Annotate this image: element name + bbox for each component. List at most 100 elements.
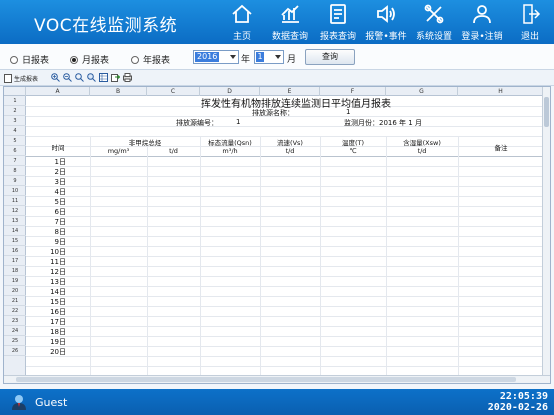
nav-alarm-events[interactable]: 报警•事件 <box>362 0 410 44</box>
column-header-c[interactable]: C <box>147 87 200 96</box>
grid-line <box>26 126 544 127</box>
zoom-in-icon[interactable] <box>51 73 60 82</box>
row-header[interactable]: 4 <box>4 126 26 136</box>
grid-line <box>26 206 544 207</box>
grid-line <box>26 266 544 267</box>
row-header[interactable]: 21 <box>4 296 26 306</box>
row-header[interactable]: 23 <box>4 316 26 326</box>
vertical-scrollbar[interactable] <box>542 87 550 375</box>
column-header-a[interactable]: A <box>26 87 90 96</box>
row-header[interactable]: 22 <box>4 306 26 316</box>
row-header[interactable]: 19 <box>4 276 26 286</box>
row-header[interactable]: 24 <box>4 326 26 336</box>
nav-report-query[interactable]: 报表查询 <box>314 0 362 44</box>
nav-data-query[interactable]: 数据查询 <box>266 0 314 44</box>
speaker-icon <box>377 5 395 23</box>
unit-humidity: t/d <box>417 147 427 155</box>
row-header[interactable]: 1 <box>4 96 26 106</box>
horizontal-scrollbar[interactable] <box>4 375 550 383</box>
sheet-toolbar: 生成报表 <box>0 70 554 86</box>
radio-yearly-report[interactable]: 年报表 <box>131 53 170 66</box>
print-icon[interactable] <box>123 73 132 82</box>
row-header[interactable]: 26 <box>4 346 26 356</box>
app-header: VOC在线监测系统 主页 数据查询 报表查询 报警•事件 系统设置 登录•注销 … <box>0 0 554 44</box>
day-cell: 11日 <box>50 258 66 266</box>
grid-line <box>26 176 544 177</box>
row-header[interactable]: 15 <box>4 236 26 246</box>
column-header-g[interactable]: G <box>386 87 458 96</box>
grid-line <box>90 136 91 375</box>
row-header[interactable]: 13 <box>4 216 26 226</box>
day-cell: 8日 <box>54 228 66 236</box>
chart-icon <box>281 5 299 23</box>
row-header[interactable]: 25 <box>4 336 26 346</box>
row-header[interactable]: 9 <box>4 176 26 186</box>
column-headers: A B C D E F G H <box>4 87 544 96</box>
nav-login-logout[interactable]: 登录•注销 <box>458 0 506 44</box>
report-sheet[interactable]: A B C D E F G H 1 2 3 4 5 6 7 8 9 10 11 … <box>3 86 551 384</box>
zoom-reset-icon[interactable] <box>75 73 84 82</box>
day-cell: 3日 <box>54 178 66 186</box>
nav-settings-label: 系统设置 <box>415 32 452 42</box>
row-header[interactable]: 11 <box>4 196 26 206</box>
row-header[interactable]: 17 <box>4 256 26 266</box>
monitoring-month: 监测月份：2016 年 1 月 <box>344 119 422 127</box>
header-velocity: 流速(Vs) <box>277 139 303 147</box>
row-header[interactable]: 6 <box>4 146 26 156</box>
row-header[interactable]: 16 <box>4 246 26 256</box>
column-header-b[interactable]: B <box>90 87 147 96</box>
grid-line <box>26 236 544 237</box>
month-value: 1 <box>256 52 264 62</box>
nav-home[interactable]: 主页 <box>218 0 266 44</box>
radio-daily-report[interactable]: 日报表 <box>10 53 49 66</box>
row-header[interactable]: 2 <box>4 106 26 116</box>
column-header-e[interactable]: E <box>260 87 320 96</box>
cell-grid[interactable]: 挥发性有机物排放连续监测日平均值月报表 排放源名称： 1 排放源编号： 1 监测… <box>26 96 544 375</box>
user-icon <box>473 5 491 24</box>
grid-line <box>26 246 544 247</box>
row-header[interactable]: 12 <box>4 206 26 216</box>
day-cell: 9日 <box>54 238 66 246</box>
row-header[interactable]: 10 <box>4 186 26 196</box>
zoom-fit-icon[interactable] <box>87 73 96 82</box>
report-icon <box>330 4 346 24</box>
current-user: Guest <box>35 396 68 409</box>
row-header[interactable]: 8 <box>4 166 26 176</box>
column-header-h[interactable]: H <box>458 87 544 96</box>
column-header-d[interactable]: D <box>200 87 260 96</box>
grid-line <box>26 276 544 277</box>
scroll-thumb[interactable] <box>544 97 549 127</box>
unit-nmhc-mg: mg/m³ <box>107 147 130 155</box>
column-header-f[interactable]: F <box>320 87 386 96</box>
chevron-down-icon <box>275 55 281 59</box>
grid-line <box>386 136 387 375</box>
row-header[interactable]: 7 <box>4 156 26 166</box>
zoom-out-icon[interactable] <box>63 73 72 82</box>
generate-report-button[interactable]: 生成报表 <box>4 72 38 84</box>
grid-line <box>26 256 544 257</box>
grid-line <box>26 166 544 167</box>
source-no-label: 排放源编号： <box>176 119 218 127</box>
tools-icon <box>424 4 444 24</box>
month-select[interactable]: 1 <box>254 50 284 64</box>
header-remark: 备注 <box>494 144 508 152</box>
nav-settings[interactable]: 系统设置 <box>410 0 458 44</box>
nav-exit[interactable]: 退出 <box>506 0 554 44</box>
grid-view-icon[interactable] <box>99 73 108 82</box>
row-header[interactable]: 20 <box>4 286 26 296</box>
query-button[interactable]: 查询 <box>305 49 355 65</box>
grid-line <box>26 296 544 297</box>
scroll-thumb[interactable] <box>16 377 516 382</box>
grid-line <box>26 326 544 327</box>
row-header[interactable]: 14 <box>4 226 26 236</box>
year-select[interactable]: 2016 <box>193 50 239 64</box>
day-cell: 6日 <box>54 208 66 216</box>
export-icon[interactable] <box>111 73 120 82</box>
row-header[interactable]: 3 <box>4 116 26 126</box>
clock-time: 22:05:39 <box>499 391 548 402</box>
row-header[interactable]: 5 <box>4 136 26 146</box>
radio-monthly-report[interactable]: 月报表 <box>70 53 109 66</box>
header-flow-std: 标态流量(Qsn) <box>208 139 252 147</box>
grid-line <box>26 316 544 317</box>
row-header[interactable]: 18 <box>4 266 26 276</box>
